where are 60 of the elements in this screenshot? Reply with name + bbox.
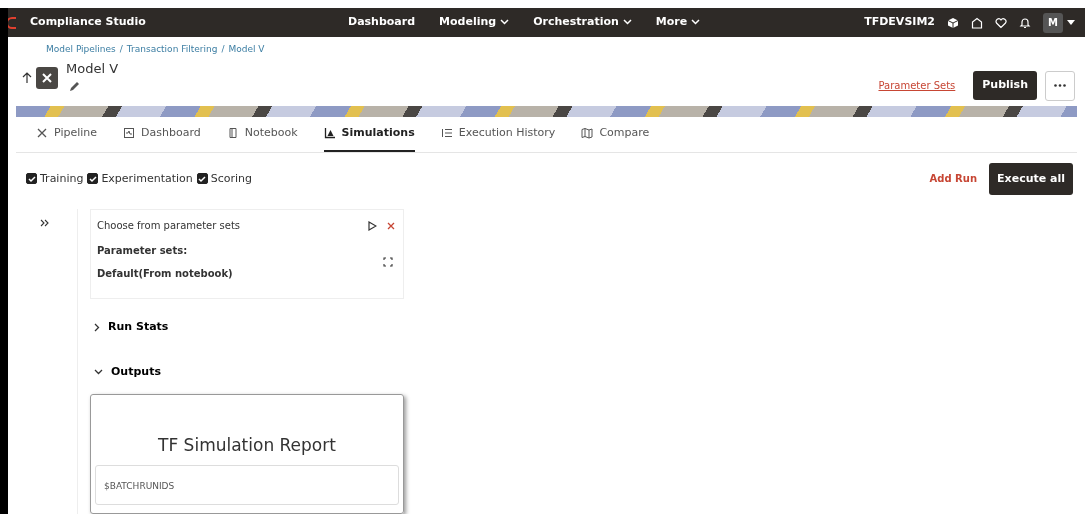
list-icon <box>440 127 453 140</box>
nav-menu-item[interactable]: More <box>655 14 701 31</box>
close-icon[interactable] <box>387 221 395 230</box>
tab[interactable]: Simulations <box>323 117 415 152</box>
checkbox[interactable] <box>26 173 37 185</box>
dashboard-icon <box>123 127 136 140</box>
tab[interactable]: Compare <box>581 117 650 152</box>
add-run-link[interactable]: Add Run <box>929 171 978 187</box>
up-arrow-icon[interactable] <box>22 71 32 84</box>
breadcrumb-separator: / <box>221 44 225 55</box>
execute-all-button[interactable]: Execute all <box>989 162 1073 195</box>
breadcrumb-link[interactable]: Model Pipelines <box>46 44 116 55</box>
tab[interactable]: Dashboard <box>123 117 201 152</box>
breadcrumb-separator: / <box>119 44 123 55</box>
chevron-right-icon <box>94 322 100 332</box>
workspace-name[interactable]: TFDEVSIM2 <box>864 14 935 31</box>
report-title: TF Simulation Report <box>157 434 337 457</box>
checkbox[interactable] <box>196 173 208 185</box>
nav-menu-item[interactable]: Orchestration <box>533 14 632 31</box>
map-icon <box>581 127 594 140</box>
app-name[interactable]: Compliance Studio <box>30 14 146 31</box>
run-icon[interactable] <box>368 220 377 231</box>
checkbox[interactable] <box>87 173 99 185</box>
section-toggle[interactable]: Outputs <box>90 363 161 380</box>
chevron-down-icon[interactable] <box>622 18 632 28</box>
cube-icon[interactable] <box>947 16 959 29</box>
bell-icon[interactable] <box>1019 16 1031 29</box>
model-icon <box>36 66 58 89</box>
caret-icon[interactable] <box>1067 19 1075 26</box>
chevron-down-icon[interactable] <box>691 18 701 28</box>
notebook-icon <box>226 127 239 140</box>
fullscreen-icon[interactable] <box>383 257 393 267</box>
tab[interactable]: Execution History <box>440 117 556 152</box>
nav-menu-item[interactable]: Dashboard <box>348 14 416 31</box>
breadcrumb-link[interactable]: Transaction Filtering <box>126 44 218 55</box>
section-toggle[interactable]: Run Stats <box>90 319 169 336</box>
parameter-sets-link[interactable]: Parameter Sets <box>878 78 956 94</box>
chevron-down-icon[interactable] <box>500 18 510 28</box>
breadcrumb-link[interactable]: Model V <box>228 44 265 55</box>
ellipsis-icon <box>1054 84 1066 88</box>
checkbox-label: Training <box>40 170 84 187</box>
parameter-set-value: Default(From notebook) <box>97 267 233 281</box>
heart-icon[interactable] <box>995 16 1007 29</box>
nav-menu-item[interactable]: Modeling <box>439 14 510 31</box>
chart-icon <box>323 127 336 140</box>
choose-parameter-sets-link[interactable]: Choose from parameter sets <box>97 218 240 233</box>
tab[interactable]: Notebook <box>226 117 298 152</box>
tab[interactable]: Pipeline <box>36 117 98 152</box>
checkbox-label: Experimentation <box>101 170 193 187</box>
checkbox-label: Scoring <box>210 170 253 187</box>
report-field: $BATCHRUNIDS <box>95 464 399 505</box>
home-icon[interactable] <box>971 16 983 29</box>
pencil-icon[interactable] <box>69 81 80 93</box>
user-avatar[interactable]: M <box>1043 12 1063 33</box>
chevron-down-icon <box>94 368 103 375</box>
publish-button[interactable]: Publish <box>973 71 1037 100</box>
expand-icon[interactable] <box>40 219 49 227</box>
parameter-sets-label: Parameter sets: <box>97 244 189 258</box>
page-title: Model V <box>66 59 119 78</box>
pipeline-icon <box>36 127 48 140</box>
